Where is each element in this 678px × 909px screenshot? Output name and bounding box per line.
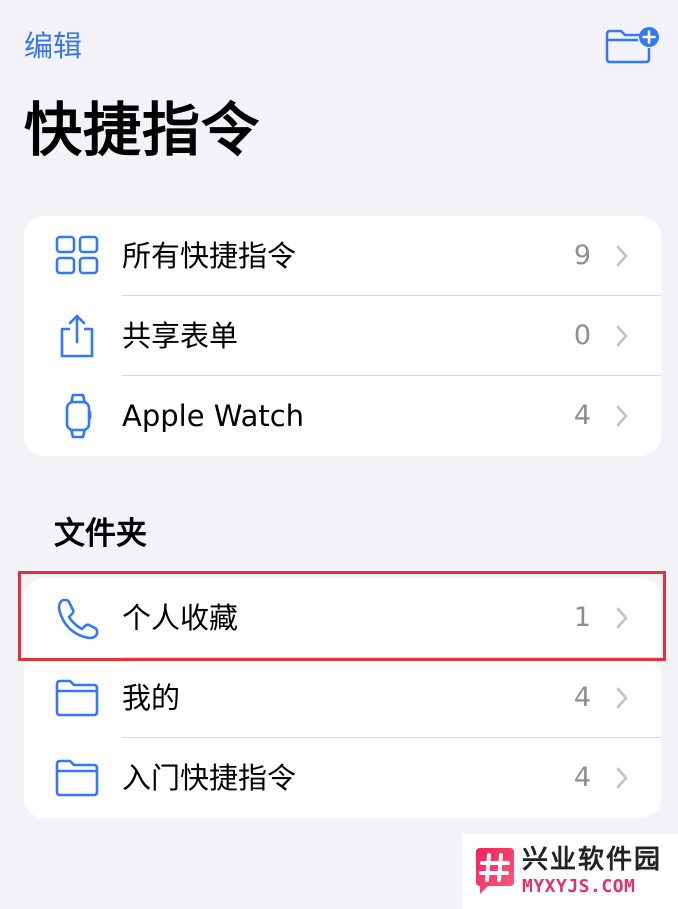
hash-logo-icon — [474, 848, 516, 894]
folder-plus-icon — [605, 27, 659, 64]
list-item-favorites[interactable]: 个人收藏 1 — [24, 578, 661, 658]
list-item-all-shortcuts[interactable]: 所有快捷指令 9 — [24, 216, 661, 296]
section-header-folders: 文件夹 — [54, 516, 147, 552]
watch-icon — [52, 392, 102, 440]
list-item-apple-watch[interactable]: Apple Watch 4 — [24, 376, 661, 456]
chevron-right-icon — [615, 606, 629, 630]
list-item-share-sheet[interactable]: 共享表单 0 — [24, 296, 661, 376]
watermark-url: MYXYJS.COM — [522, 876, 636, 897]
library-list: 所有快捷指令 9 共享表单 0 Apple Watch 4 — [24, 216, 661, 456]
watermark-name: 兴业软件园 — [522, 845, 663, 875]
list-item-label: 个人收藏 — [122, 601, 239, 635]
phone-icon — [52, 594, 102, 642]
grid-icon — [52, 232, 102, 280]
item-count: 4 — [573, 400, 591, 431]
list-item-mine[interactable]: 我的 4 — [24, 658, 661, 738]
new-folder-button[interactable] — [604, 26, 660, 66]
page-title: 快捷指令 — [24, 96, 261, 164]
navigation-bar: 编辑 — [0, 0, 678, 90]
chevron-right-icon — [615, 244, 629, 268]
list-item-label: 入门快捷指令 — [122, 761, 297, 795]
item-count: 4 — [573, 762, 591, 793]
edit-button[interactable]: 编辑 — [24, 26, 82, 66]
chevron-right-icon — [615, 324, 629, 348]
folder-icon — [52, 674, 102, 722]
share-icon — [52, 312, 102, 360]
chevron-right-icon — [615, 686, 629, 710]
list-item-label: 共享表单 — [122, 319, 239, 353]
item-count: 4 — [573, 682, 591, 713]
chevron-right-icon — [615, 404, 629, 428]
folders-list: 个人收藏 1 我的 4 入门快捷指令 4 — [24, 578, 661, 818]
folder-icon — [52, 754, 102, 802]
list-item-starter-shortcuts[interactable]: 入门快捷指令 4 — [24, 738, 661, 818]
watermark: 兴业软件园 MYXYJS.COM — [462, 834, 678, 909]
item-count: 1 — [573, 602, 591, 633]
chevron-right-icon — [615, 766, 629, 790]
item-count: 9 — [573, 240, 591, 271]
item-count: 0 — [573, 320, 591, 351]
list-item-label: Apple Watch — [122, 399, 305, 433]
list-item-label: 我的 — [122, 681, 181, 715]
list-item-label: 所有快捷指令 — [122, 239, 297, 273]
